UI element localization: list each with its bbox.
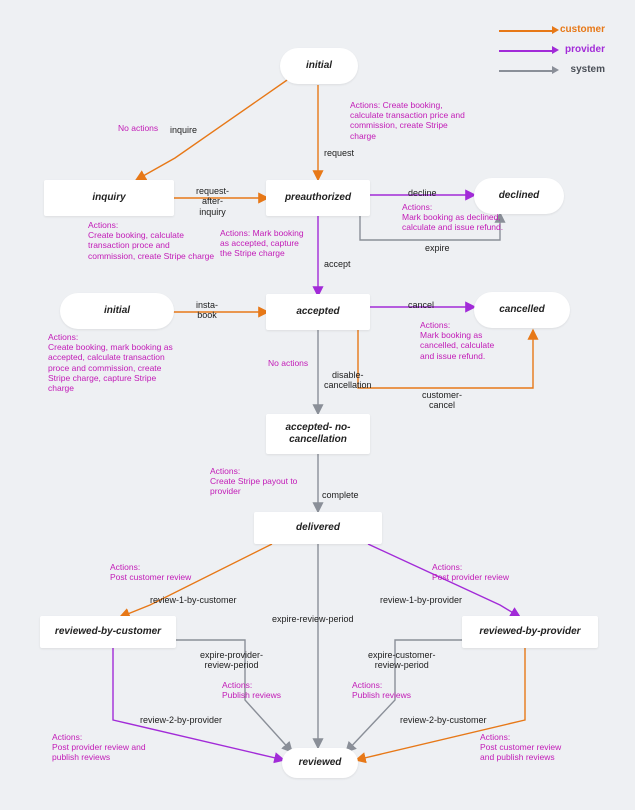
legend-customer-line: [499, 30, 553, 32]
label-cancel: cancel: [408, 300, 434, 310]
label-request-after-inquiry: request- after- inquiry: [196, 186, 229, 217]
state-reviewed-by-customer: reviewed-by-customer: [40, 616, 176, 648]
label-accept: accept: [324, 259, 351, 269]
label-disable-cancellation: disable- cancellation: [324, 370, 372, 391]
label-inquire: inquire: [170, 125, 197, 135]
actions-review-1-by-customer: Actions: Post customer review: [110, 562, 220, 582]
label-review-1-by-customer: review-1-by-customer: [150, 595, 237, 605]
label-insta-book: insta- book: [196, 300, 218, 321]
label-complete: complete: [322, 490, 359, 500]
label-expire-provider-review-period: expire-provider- review-period: [200, 650, 263, 671]
state-preauthorized: preauthorized: [266, 180, 370, 216]
label-customer-cancel: customer- cancel: [422, 390, 462, 411]
note-no-actions-2: No actions: [268, 358, 308, 368]
actions-insta-book: Actions: Create booking, mark booking as…: [48, 332, 198, 393]
label-expire-review-period: expire-review-period: [272, 614, 354, 624]
actions-review-2-by-customer: Actions: Post customer review and publis…: [480, 732, 600, 763]
legend-system-line: [499, 70, 553, 72]
label-review-1-by-provider: review-1-by-provider: [380, 595, 462, 605]
label-decline: decline: [408, 188, 437, 198]
legend-provider-arrow: [552, 46, 559, 54]
state-reviewed-by-provider: reviewed-by-provider: [462, 616, 598, 648]
legend-system-arrow: [552, 66, 559, 74]
state-initial-1: initial: [280, 48, 358, 84]
actions-accept: Actions: Mark booking as accepted, captu…: [220, 228, 320, 259]
label-expire-customer-review-period: expire-customer- review-period: [368, 650, 436, 671]
state-reviewed: reviewed: [282, 748, 358, 778]
label-review-2-by-provider: review-2-by-provider: [140, 715, 222, 725]
label-review-2-by-customer: review-2-by-customer: [400, 715, 487, 725]
actions-publish-reviews-c: Actions: Publish reviews: [222, 680, 281, 700]
state-diagram: { "colors": { "customer": "#e77817", "pr…: [0, 0, 635, 810]
legend-provider-line: [499, 50, 553, 52]
actions-request-after-inquiry: Actions: Create booking, calculate trans…: [88, 220, 228, 261]
legend-provider: provider: [565, 44, 605, 55]
actions-complete: Actions: Create Stripe payout to provide…: [210, 466, 320, 497]
legend-customer-arrow: [552, 26, 559, 34]
actions-review-2-by-provider: Actions: Post provider review and publis…: [52, 732, 172, 763]
actions-publish-reviews-p: Actions: Publish reviews: [352, 680, 411, 700]
legend-customer: customer: [560, 24, 605, 35]
actions-request: Actions: Create booking, calculate trans…: [350, 100, 490, 141]
actions-cancel: Actions: Mark booking as cancelled, calc…: [420, 320, 530, 361]
legend-system: system: [571, 64, 605, 75]
state-initial-2: initial: [60, 293, 174, 329]
actions-review-1-by-provider: Actions: Post provider review: [432, 562, 542, 582]
label-expire: expire: [425, 243, 450, 253]
actions-decline: Actions: Mark booking as declined, calcu…: [402, 202, 532, 233]
note-no-actions-1: No actions: [118, 123, 158, 133]
state-delivered: delivered: [254, 512, 382, 544]
state-accepted: accepted: [266, 294, 370, 330]
edges-layer: [0, 0, 635, 810]
state-inquiry: inquiry: [44, 180, 174, 216]
state-accepted-no-cancellation: accepted- no-cancellation: [266, 414, 370, 454]
label-request: request: [324, 148, 354, 158]
